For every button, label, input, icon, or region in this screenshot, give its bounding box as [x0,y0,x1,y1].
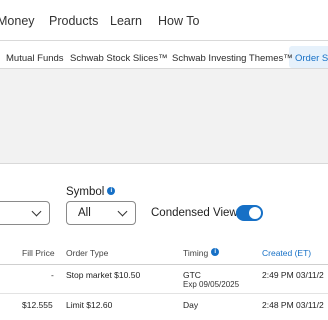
header-divider [0,264,328,265]
tab-mutual-funds[interactable]: Mutual Funds [6,53,64,64]
timing-expiry: Exp 09/05/2025 [183,280,240,289]
banner-area [0,69,328,163]
order-type-cell: Stop market $10.50 [66,270,141,280]
col-fill-price[interactable]: Fill Price [22,248,55,258]
symbol-value: All [78,207,91,219]
nav-divider [0,40,328,41]
chevron-down-icon [117,206,128,217]
tab-investing-themes[interactable]: Schwab Investing Themes™ [172,53,293,64]
condensed-view-toggle[interactable] [236,205,263,221]
info-icon[interactable]: i [107,187,116,195]
tab-order-status[interactable]: Order St [295,53,328,64]
account-select[interactable] [0,201,50,225]
col-timing[interactable]: Timing i [183,248,220,258]
condensed-view-label: Condensed View [151,207,238,219]
info-icon[interactable]: i [211,248,220,256]
symbol-label: Symbol i [66,186,116,198]
nav-products[interactable]: Products [49,14,98,28]
col-order-type[interactable]: Order Type [66,248,108,258]
fill-price-cell: $12.555 [22,300,53,310]
banner-divider [0,163,328,164]
timing-cell: Day [183,300,199,310]
tab-stock-slices[interactable]: Schwab Stock Slices™ [70,53,168,64]
symbol-select[interactable]: All [66,201,136,225]
timing-cell: GTC [183,270,201,280]
top-nav: Money Products Learn How To [0,0,328,40]
fill-price-cell: - [51,270,54,280]
nav-learn[interactable]: Learn [110,14,142,28]
nav-money[interactable]: Money [0,14,35,28]
nav-how-to[interactable]: How To [158,14,199,28]
created-cell: 2:49 PM 03/11/2 [262,270,324,280]
row-divider [0,293,328,294]
toggle-knob [249,207,261,219]
chevron-down-icon [31,206,42,217]
created-cell: 2:48 PM 03/11/2 [262,300,324,310]
col-created[interactable]: Created (ET) [262,248,311,258]
order-type-cell: Limit $12.60 [66,300,113,310]
